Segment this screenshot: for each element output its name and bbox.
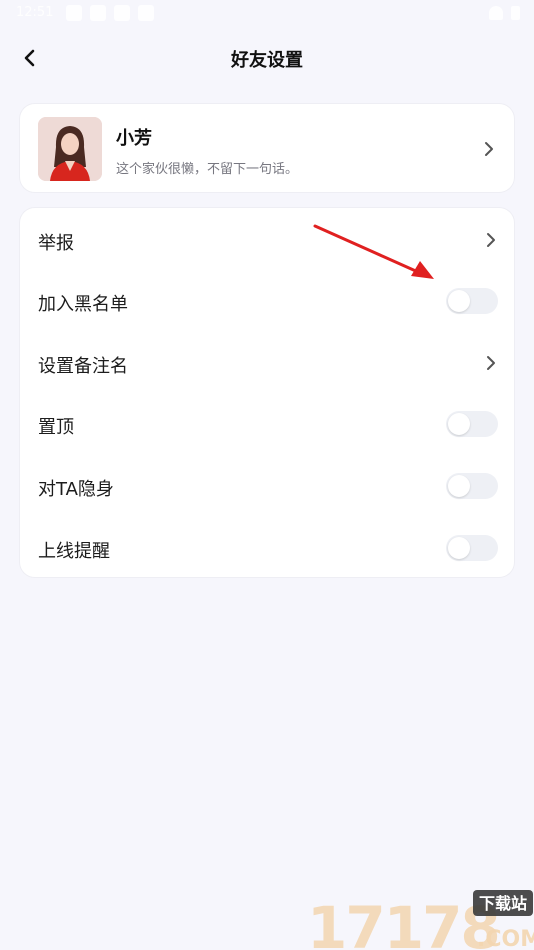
site-watermark: 17178 下载站 .COM: [307, 890, 534, 950]
pin-toggle[interactable]: [446, 411, 498, 437]
status-time: 12:51: [16, 5, 54, 20]
toggle-knob: [448, 413, 470, 435]
settings-card: 举报 加入黑名单 设置备注名 置顶 对TA隐身 上线提醒: [19, 207, 515, 578]
system-icons: [489, 6, 520, 20]
blacklist-toggle[interactable]: [446, 288, 498, 314]
avatar-image: [38, 117, 102, 181]
setting-label: 加入黑名单: [38, 294, 128, 315]
annotation-arrow: [313, 224, 434, 279]
nav-bar: 好友设置: [0, 36, 534, 80]
page-title: 好友设置: [231, 50, 303, 71]
avatar[interactable]: [38, 117, 102, 181]
settings-icon: [138, 5, 154, 21]
chevron-right-icon: [482, 139, 496, 159]
svg-text:.COM: .COM: [477, 927, 534, 950]
status-bar: 12:51: [0, 0, 534, 28]
notification-icons: [66, 5, 154, 21]
profile-card[interactable]: 小芳 这个家伙很懒，不留下一句话。: [19, 103, 515, 193]
profile-name: 小芳: [116, 128, 152, 149]
setting-label: 置顶: [38, 417, 74, 438]
setting-row-pin: 置顶: [20, 393, 516, 455]
battery-icon: [511, 6, 520, 20]
setting-row-online-reminder: 上线提醒: [20, 517, 516, 579]
svg-text:下载站: 下载站: [479, 894, 527, 913]
app-icon: [90, 5, 106, 21]
toggle-knob: [448, 475, 470, 497]
settings-icon: [66, 5, 82, 21]
setting-label: 设置备注名: [38, 356, 128, 377]
setting-row-blacklist: 加入黑名单: [20, 270, 516, 332]
setting-label: 上线提醒: [38, 541, 110, 562]
setting-row-remark[interactable]: 设置备注名: [20, 332, 516, 394]
toggle-knob: [448, 290, 470, 312]
chevron-right-icon: [484, 230, 498, 250]
svg-text:17178: 17178: [307, 894, 499, 950]
setting-label: 对TA隐身: [38, 479, 114, 500]
settings-icon: [114, 5, 130, 21]
toggle-knob: [448, 537, 470, 559]
setting-row-invisible: 对TA隐身: [20, 455, 516, 517]
chevron-right-icon: [484, 353, 498, 373]
setting-label: 举报: [38, 233, 74, 254]
setting-row-report[interactable]: 举报: [20, 209, 516, 271]
online-reminder-toggle[interactable]: [446, 535, 498, 561]
wifi-icon: [489, 6, 503, 20]
invisible-toggle[interactable]: [446, 473, 498, 499]
profile-signature: 这个家伙很懒，不留下一句话。: [116, 162, 299, 177]
